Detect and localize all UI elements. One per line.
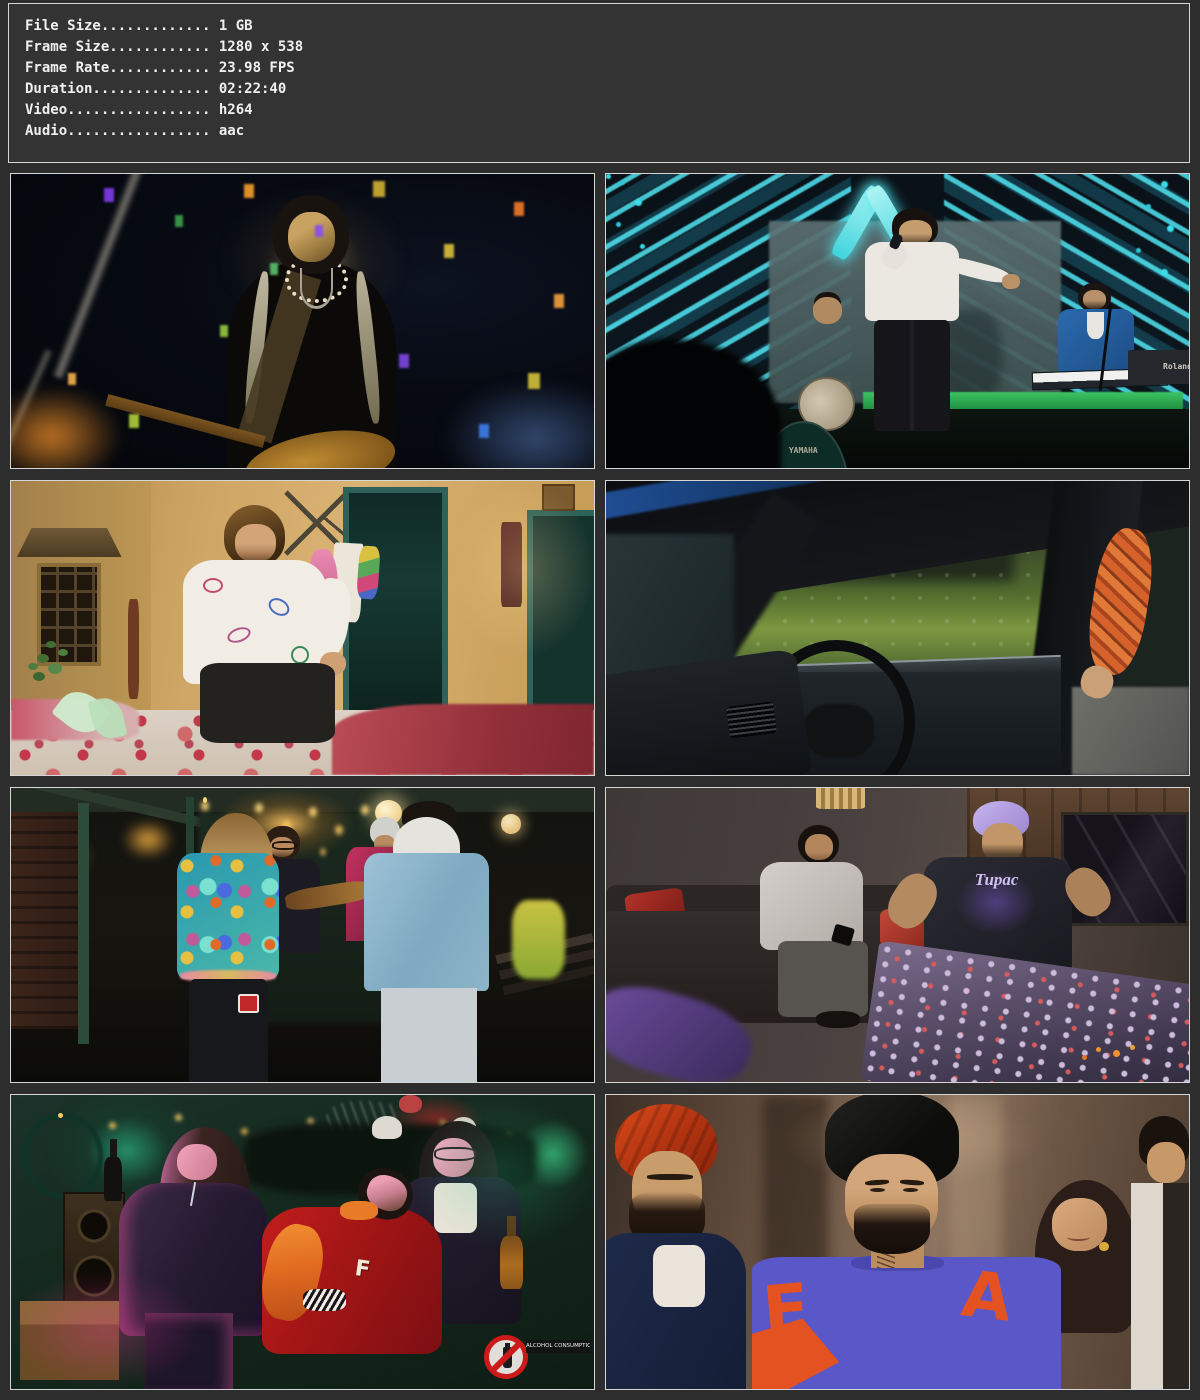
scene-night-bar [11,788,594,1082]
light-jeans [381,988,477,1082]
far-right-man-face [1147,1142,1185,1183]
no-alcohol-icon [484,1335,528,1379]
file-size-line: File Size............. 1 GB [25,16,1189,37]
video-frame-6: Tupac 01:35:06 [605,787,1190,1083]
beanie-man-beard [854,1204,930,1254]
video-frame-7: F ALCOHOL CONSUMPTION IS IN 01:50:57 [10,1094,595,1390]
magenta-light-wash [11,1177,349,1389]
singer-black-pants [874,320,950,432]
dark-shoe [816,1011,860,1027]
keyboard-brand-label: Roland [1163,362,1190,371]
red-card-in-pocket [238,994,259,1013]
video-frame-4: 01:03:24 [605,480,1190,776]
tshirt-graphic: Tupac [956,870,1038,935]
wall-pipe [128,599,140,699]
video-frame-5: 01:19:15 [10,787,595,1083]
glasses [272,841,298,850]
frame-rate-line: Frame Rate............ 23.98 FPS [25,58,1189,79]
woman-paisley-top [177,853,279,979]
scene-car-interior [606,481,1189,775]
video-codec-line: Video................. h264 [25,100,1189,121]
alcohol-warning-text: ALCOHOL CONSUMPTION IS IN [526,1340,590,1353]
roland-keyboard: Roland [1128,350,1190,384]
video-frame-8: E A 02:06:48 [605,1094,1190,1390]
singer-white-shirt [865,242,958,321]
turban-man-brow [647,1174,694,1179]
green-pole [78,803,88,1044]
yellow-hanging-cloth [512,900,564,979]
sweater-letter-right: A [957,1257,1015,1336]
duration-line: Duration.............. 02:22:40 [25,79,1189,100]
gray-road-patch [1072,687,1189,775]
audio-codec-line: Audio................. aac [25,121,1189,142]
beanie-man-eye-right [903,1188,918,1192]
video-frame-2: YAMAHA Roland 00:31:42 [605,173,1190,469]
keyboardist-face [1083,290,1106,309]
sunlight-wash [244,481,594,775]
steering-hub [804,704,874,757]
window-awning [17,528,122,557]
gold-earring [1099,1242,1108,1251]
warm-window-glow-2 [122,820,174,858]
scene-recording-studio: Tupac [606,788,1189,1082]
pendant-chain [300,268,333,309]
white-shirt [653,1245,705,1307]
singer-hand [1002,274,1019,289]
string-lights [58,1113,63,1118]
singer-face [899,220,932,245]
beanie-man-eye-left [870,1188,885,1192]
frame-size-line: Frame Size............ 1280 x 538 [25,37,1189,58]
blue-light-blur [442,380,595,469]
video-frame-1: 00:15:51 [10,173,595,469]
brick-wall [11,812,81,1030]
scene-concert-singer [11,174,594,468]
white-beanie-person [372,1116,401,1140]
drummer-head [813,297,842,323]
scene-led-stage: YAMAHA Roland [606,174,1189,468]
keyboardist-shirt [1087,312,1104,338]
seated-man-face [805,834,833,860]
teal-light-wash [407,1095,594,1248]
warm-light-blur [10,386,122,469]
console-orange-leds [1096,1047,1101,1052]
barred-window [37,563,101,666]
left-woman-face [177,1144,217,1181]
video-frame-3: 00:47:33 [10,480,595,776]
file-info-panel: File Size............. 1 GB Frame Size..… [8,3,1190,163]
scene-indoor-group: E A [606,1095,1189,1389]
drum-brand-label: YAMAHA [789,446,818,455]
scene-courtyard [11,481,594,775]
led-dot-matrix [606,174,611,179]
air-vent [727,702,777,740]
thumbnail-grid: 00:15:51 YAMAHA Roland [10,173,1190,1390]
scene-graffiti-party: F ALCOHOL CONSUMPTION IS IN [11,1095,594,1389]
singer-face [288,212,335,262]
globe-lamp-2 [501,814,521,833]
woman-smile [1067,1233,1090,1241]
confetti [11,174,17,184]
gray-pants [778,941,868,1017]
far-right-man-shirt [1131,1183,1189,1389]
ceiling-vent [816,788,866,809]
denim-jacket-back [364,853,489,991]
